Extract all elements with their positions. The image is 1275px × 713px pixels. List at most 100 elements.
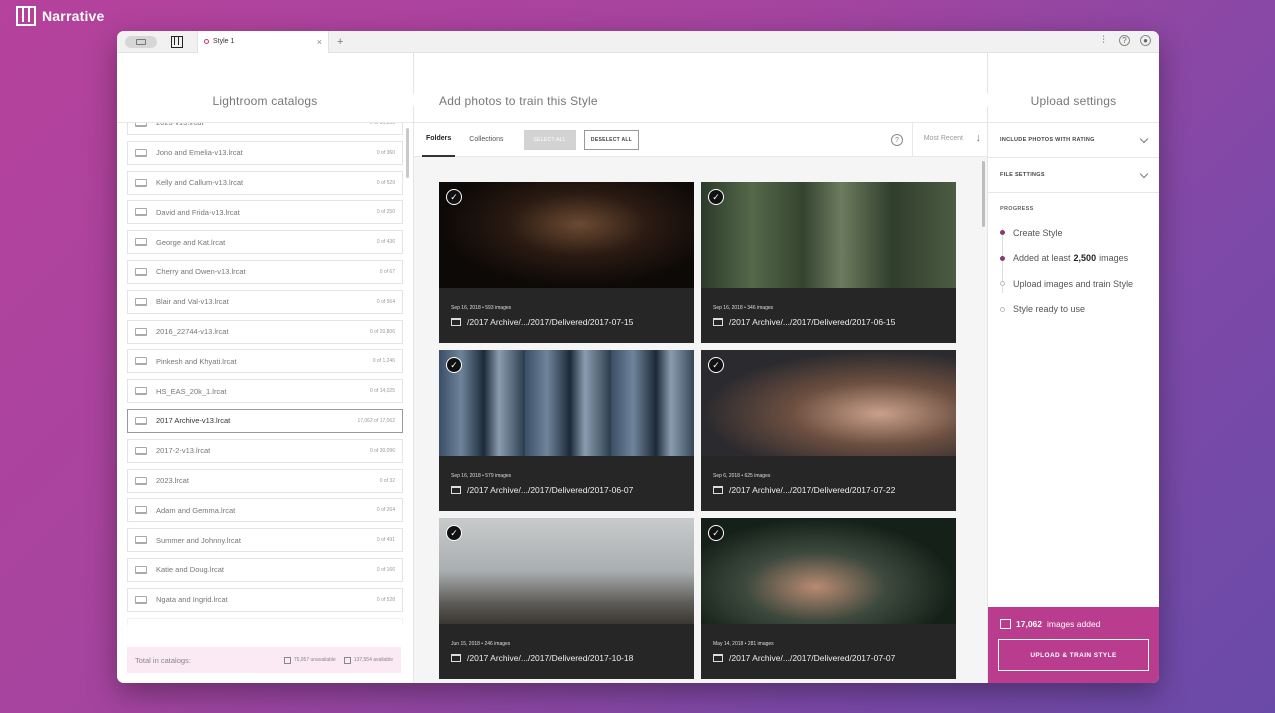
images-added-count: 17,062 — [1016, 619, 1042, 629]
select-all-button[interactable]: SELECT ALL — [523, 129, 576, 150]
help-icon[interactable]: ? — [891, 134, 903, 146]
step-label-suffix: images — [1099, 253, 1129, 264]
folder-card[interactable]: ✓ Sep 6, 2018 • 625 images/2017 Archive/.… — [701, 350, 956, 511]
upload-settings-panel: Upload settings INCLUDE PHOTOS WITH RATI… — [988, 53, 1159, 683]
chevron-down-icon — [1139, 134, 1149, 143]
folder-card[interactable]: ✓ Jun 15, 2018 • 246 images/2017 Archive/… — [439, 518, 694, 679]
folder-card[interactable]: ✓ Sep 16, 2018 • 579 images/2017 Archive/… — [439, 350, 694, 511]
catalog-item[interactable]: Jono and Emelia-v13.lrcat 0 of 360 — [127, 140, 403, 165]
checkmark-icon[interactable]: ✓ — [708, 189, 724, 205]
narrative-logo-icon — [16, 6, 36, 26]
images-added-label: images added — [1047, 619, 1101, 629]
catalog-item[interactable]: Ngata and Ingrid.lrcat 0 of 528 — [127, 587, 403, 612]
folder-meta: Sep 16, 2018 • 593 images — [451, 305, 512, 311]
catalog-item[interactable]: Kelly and Callum-v13.lrcat 0 of 529 — [127, 170, 403, 195]
folder-icon — [451, 654, 461, 662]
account-icon[interactable]: ● — [1140, 35, 1151, 46]
tab-folders[interactable]: Folders — [422, 123, 456, 157]
catalog-item[interactable]: 2023.lrcat 0 of 32 — [127, 468, 403, 493]
sort-select[interactable]: Most Recent — [924, 135, 963, 142]
photos-panel: Add photos to train this Style Folders C… — [414, 53, 996, 683]
tab-style-1[interactable]: Style 1 × — [197, 31, 329, 53]
laptop-icon — [135, 536, 147, 545]
checkmark-icon[interactable]: ✓ — [446, 189, 462, 205]
folder-meta: Jun 15, 2018 • 246 images — [451, 641, 511, 647]
chevron-down-icon — [1139, 169, 1149, 178]
catalog-item[interactable]: George and Kat.lrcat 0 of 436 — [127, 230, 403, 255]
catalog-count: 0 of 36,239 — [370, 123, 395, 126]
catalog-item[interactable]: Summer and Johnny.lrcat 0 of 491 — [127, 528, 403, 553]
laptop-icon — [135, 387, 147, 396]
file-settings-accordion[interactable]: FILE SETTINGS — [988, 158, 1159, 193]
catalog-item[interactable]: HS_EAS_20k_1.lrcat 0 of 14,025 — [127, 379, 403, 404]
catalog-item[interactable]: Katie and Doug.lrcat 0 of 166 — [127, 557, 403, 582]
deselect-all-button[interactable]: DESELECT ALL — [583, 129, 640, 150]
catalog-scrollbar[interactable] — [406, 128, 409, 178]
sort-direction-icon[interactable]: ↓ — [976, 132, 982, 144]
title-bar: Style 1 × + ⫶ ? ● — [117, 31, 1159, 53]
folder-icon — [451, 318, 461, 326]
laptop-icon — [135, 178, 147, 187]
folder-path-text: /2017 Archive/.../2017/Delivered/2017-10… — [467, 653, 634, 663]
catalog-item[interactable]: David and Frida-v13.lrcat 0 of 250 — [127, 200, 403, 225]
checkmark-icon[interactable]: ✓ — [446, 357, 462, 373]
catalog-count: 0 of 166 — [376, 566, 395, 573]
catalog-item[interactable]: 2016_22744-v13.lrcat 0 of 20,806 — [127, 319, 403, 344]
step-create-style: Create Style — [1000, 220, 1159, 246]
catalog-item[interactable]: Adam and Gemma.lrcat 0 of 264 — [127, 498, 403, 523]
catalog-item[interactable]: 2017 Archive-v13.lrcat 17,062 of 17,062 — [127, 408, 403, 433]
folder-card[interactable]: ✓ May 14, 2018 • 281 images/2017 Archive/… — [701, 518, 956, 679]
tab-label: Style 1 — [213, 38, 235, 45]
step-dot — [1000, 281, 1005, 287]
folder-path-text: /2017 Archive/.../2017/Delivered/2017-07… — [467, 317, 634, 327]
catalog-name: 2017-2-v13.lrcat — [156, 446, 211, 456]
checkmark-icon[interactable]: ✓ — [446, 525, 462, 541]
laptop-icon — [135, 506, 147, 515]
new-tab-button[interactable]: + — [337, 36, 343, 48]
catalog-name: Blair and Val-v13.lrcat — [156, 297, 229, 307]
grid-scrollbar[interactable] — [982, 161, 985, 227]
folder-path-text: /2017 Archive/.../2017/Delivered/2017-07… — [729, 653, 896, 663]
folder-thumbnail — [439, 350, 694, 456]
upload-footer: 17,062 images added UPLOAD & TRAIN STYLE — [988, 607, 1159, 683]
step-label: Upload images and train Style — [1013, 278, 1134, 289]
include-rating-accordion[interactable]: INCLUDE PHOTOS WITH RATING — [988, 123, 1159, 158]
checkmark-icon[interactable]: ✓ — [708, 525, 724, 541]
folder-path-text: /2017 Archive/.../2017/Delivered/2017-06… — [729, 317, 896, 327]
laptop-icon — [135, 416, 147, 425]
photos-toolbar: Folders Collections SELECT ALL DESELECT … — [414, 123, 987, 157]
available-count: 137,554 available — [343, 656, 393, 664]
catalog-item[interactable]: Pinkesh and Khyati.lrcat 0 of 1,246 — [127, 349, 403, 374]
help-icon[interactable]: ? — [1119, 35, 1130, 46]
close-tab-icon[interactable]: × — [317, 37, 322, 47]
upload-train-button[interactable]: UPLOAD & TRAIN STYLE — [998, 639, 1149, 671]
folder-card[interactable]: ✓ Sep 16, 2018 • 346 images/2017 Archive/… — [701, 182, 956, 343]
laptop-icon — [135, 267, 147, 276]
folder-icon — [713, 318, 723, 326]
catalog-item[interactable]: Sarah and Paul.lrcat0 of 5 — [127, 617, 403, 625]
step-label: Added at least — [1013, 253, 1071, 264]
catalog-name: George and Kat.lrcat — [156, 237, 226, 247]
laptop-icon — [135, 595, 147, 604]
step-added-images: Added at least 2,500 images — [1000, 246, 1159, 272]
catalog-item[interactable]: 2017-2-v13.lrcat 0 of 30,096 — [127, 438, 403, 463]
folder-meta: Sep 16, 2018 • 579 images — [451, 473, 512, 479]
laptop-icon — [135, 565, 147, 574]
folder-path: /2017 Archive/.../2017/Delivered/2017-07… — [713, 485, 895, 495]
tab-collections[interactable]: Collections — [465, 123, 507, 157]
image-icon — [1000, 619, 1011, 629]
folder-card[interactable]: ✓ Sep 16, 2018 • 593 images/2017 Archive/… — [439, 182, 694, 343]
catalog-count: 0 of 14,025 — [369, 388, 395, 395]
catalog-item[interactable]: Cherry and Owen-v13.lrcat 0 of 67 — [127, 259, 403, 284]
laptop-icon — [135, 148, 147, 157]
checkmark-icon[interactable]: ✓ — [708, 357, 724, 373]
folder-thumbnail — [701, 182, 956, 288]
sidebar-toggle-button[interactable] — [125, 35, 157, 48]
folder-icon — [713, 654, 723, 662]
laptop-icon — [135, 208, 147, 217]
catalog-item[interactable]: 2023-v13.lrcat 0 of 36,239 — [127, 123, 403, 135]
catalog-name: Kelly and Callum-v13.lrcat — [156, 178, 244, 188]
catalog-count: 0 of 528 — [376, 596, 395, 603]
sliders-icon[interactable]: ⫶ — [1098, 35, 1109, 46]
catalog-item[interactable]: Blair and Val-v13.lrcat 0 of 564 — [127, 289, 403, 314]
